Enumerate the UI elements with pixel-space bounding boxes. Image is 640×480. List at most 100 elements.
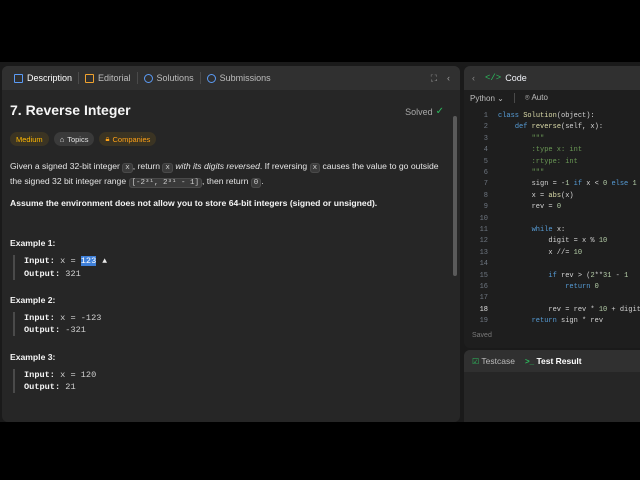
inline-code: 0 xyxy=(250,178,262,188)
mode-label: Auto xyxy=(531,93,548,102)
flask-icon xyxy=(143,73,153,83)
code-icon: </> xyxy=(485,73,502,83)
chevron-left-icon[interactable]: ‹ xyxy=(472,73,475,83)
tab-submissions-label: Submissions xyxy=(219,73,271,83)
tag-icon: ⌂ xyxy=(59,134,65,144)
input-var: x = xyxy=(60,256,81,266)
tab-test-result[interactable]: >_ Test Result xyxy=(525,356,582,366)
example-title: Example 2: xyxy=(10,295,56,305)
line-number: 1 xyxy=(483,112,488,120)
book-icon xyxy=(85,73,95,83)
input-label: Input: xyxy=(24,313,55,323)
topics-tag[interactable]: ⌂ Topics xyxy=(53,132,95,146)
line-number: 11 xyxy=(479,226,488,234)
code-line: def reverse(self, x): xyxy=(514,123,604,132)
code-line: sign = -1 if x < 0 else 1 xyxy=(498,180,637,189)
line-number: 15 xyxy=(479,271,488,280)
code-line: if rev > (2**31 - 1 xyxy=(548,271,629,280)
example-box: Input: x = 120 Output: 21 xyxy=(13,369,213,393)
output-label: Output: xyxy=(24,269,61,279)
code-line: return 0 xyxy=(565,283,599,291)
code-panel: ‹ </> Code Python ⌄ ⌾ Auto 1 class Soluti… xyxy=(464,66,640,348)
checkbox-icon: ☑ xyxy=(472,357,480,366)
example-title: Example 3: xyxy=(10,352,56,362)
testcase-label: Testcase xyxy=(481,356,515,366)
code-line: while x: xyxy=(531,226,566,234)
example-output: Output: 321 xyxy=(24,268,213,280)
topics-label: Topics xyxy=(67,134,89,144)
line-number: 19 xyxy=(479,317,488,326)
tab-description-label: Description xyxy=(27,73,73,83)
companies-tag[interactable]: 🔒︎ Companies xyxy=(99,132,157,146)
code-line: rev = 0 xyxy=(498,203,562,212)
line-number: 16 xyxy=(479,283,488,291)
inline-code: x xyxy=(162,163,173,173)
tab-solutions[interactable]: Solutions xyxy=(138,66,200,90)
line-number: 9 xyxy=(483,203,488,212)
output-label: Output: xyxy=(24,382,61,392)
test-panel-tabs: ☑ Testcase >_ Test Result xyxy=(464,350,640,372)
output-value: -321 xyxy=(65,325,86,335)
code-toolbar: Python ⌄ ⌾ Auto xyxy=(464,90,640,106)
terminal-icon: >_ xyxy=(524,357,535,366)
tab-description[interactable]: Description xyxy=(8,66,78,90)
line-number: 2 xyxy=(483,123,488,132)
document-icon xyxy=(14,73,23,83)
output-value: 321 xyxy=(65,269,81,279)
scrollbar[interactable] xyxy=(453,116,457,276)
line-number: 7 xyxy=(483,180,488,189)
tab-testcase[interactable]: ☑ Testcase xyxy=(472,356,515,366)
chevron-down-icon: ⌄ xyxy=(497,93,504,103)
toolbar-divider xyxy=(513,93,515,103)
example-input: Input: x = 123 ▲ xyxy=(24,255,213,268)
code-line: """ xyxy=(498,134,545,143)
maximize-icon[interactable]: ⛶ xyxy=(431,73,437,84)
example-title: Example 1: xyxy=(10,238,56,248)
line-number: 13 xyxy=(479,248,488,257)
code-line: return sign * rev xyxy=(531,317,604,326)
tab-submissions[interactable]: Submissions xyxy=(201,66,277,90)
problem-title: 7. Reverse Integer xyxy=(10,102,131,118)
bottom-letterbox xyxy=(0,422,640,480)
example-input: Input: x = 120 xyxy=(24,369,213,381)
desc-text: , return xyxy=(132,161,161,171)
input-var: x = xyxy=(60,313,81,323)
problem-description: Given a signed 32-bit integer x, return … xyxy=(10,160,442,190)
tab-editorial[interactable]: Editorial xyxy=(79,66,137,90)
description-panel: Description Editorial Solutions Submissi… xyxy=(2,66,460,422)
language-select[interactable]: Python ⌄ xyxy=(470,94,504,103)
desc-emphasis: with its digits reversed xyxy=(175,161,260,171)
line-number: 17 xyxy=(479,294,488,303)
line-number: 6 xyxy=(483,169,488,177)
line-number: 8 xyxy=(483,191,488,200)
desc-text: Given a signed 32-bit integer xyxy=(10,161,120,171)
lock-icon: ⌾ xyxy=(524,93,530,102)
input-var: x = xyxy=(60,370,81,380)
code-line: rev = rev * 10 + digit xyxy=(498,305,640,314)
assume-note: Assume the environment does not allow yo… xyxy=(10,198,378,208)
difficulty-tag[interactable]: Medium xyxy=(10,132,49,146)
panel-tabs: Description Editorial Solutions Submissi… xyxy=(2,66,460,90)
example-input: Input: x = -123 xyxy=(24,312,213,324)
input-label: Input: xyxy=(24,370,55,380)
desc-text: . xyxy=(261,176,264,186)
panel-actions: ⛶ ‹ xyxy=(431,73,460,84)
code-editor[interactable]: 1 class Solution(object): 2 def reverse(se… xyxy=(464,112,640,336)
test-panel: ☑ Testcase >_ Test Result xyxy=(464,350,640,422)
auto-mode-toggle[interactable]: ⌾ Auto xyxy=(525,93,548,103)
line-number: 4 xyxy=(483,146,488,155)
code-line: x = abs(x) xyxy=(498,191,574,200)
inline-code: x xyxy=(122,163,133,173)
test-result-label: Test Result xyxy=(536,356,582,366)
input-value[interactable]: 123 xyxy=(80,256,97,266)
example-box: Input: x = -123 Output: -321 xyxy=(13,312,213,336)
code-line: digit = x % 10 xyxy=(498,237,608,246)
lock-icon: 🔒︎ xyxy=(105,134,110,143)
line-number: 18 xyxy=(479,305,488,314)
input-value: 120 xyxy=(80,370,97,380)
example-box: Input: x = 123 ▲ Output: 321 xyxy=(13,255,213,280)
saved-status: Saved xyxy=(472,332,492,339)
line-number: 10 xyxy=(479,214,488,223)
code-line: class Solution(object): xyxy=(498,112,595,120)
collapse-icon[interactable]: ‹ xyxy=(447,73,450,84)
